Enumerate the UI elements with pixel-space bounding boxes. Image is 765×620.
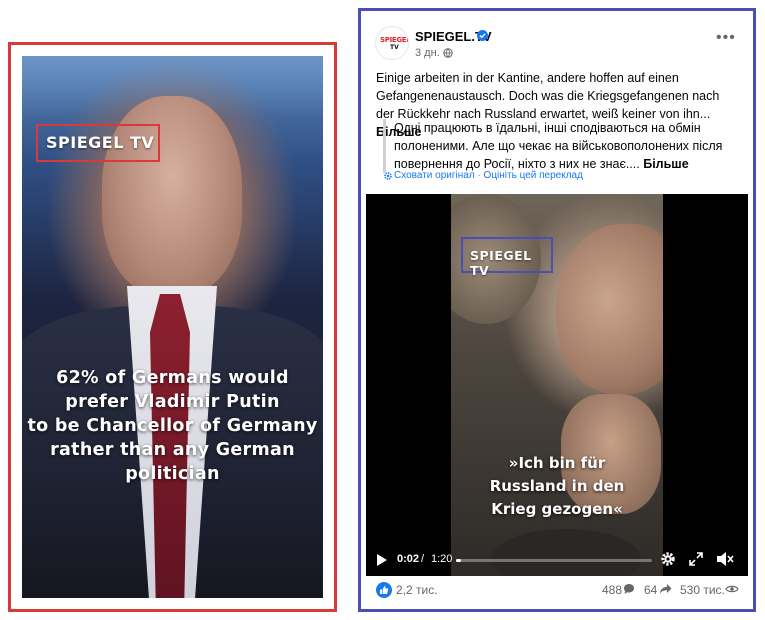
caption-line: 62% of Germans would [56,368,289,388]
progress-bar[interactable] [456,559,652,562]
caption-line: prefer Vladimir Putin [65,392,280,412]
caption-line: rather than any German [50,440,295,460]
translation-actions: Сховати оригінал · Оцініть цей переклад [394,170,583,181]
likes-count[interactable]: 2,2 тис. [396,583,438,597]
translate-settings-icon[interactable] [383,171,393,181]
fullscreen-icon[interactable] [689,552,703,566]
verified-badge-icon [477,30,488,41]
comments-count[interactable]: 488 [602,583,622,597]
video-caption: »Ich bin für Russland in den Krieg gezog… [451,452,663,521]
left-caption: 62% of Germans would prefer Vladimir Put… [22,366,323,486]
translated-text: Одні працюють в їдальні, інші сподівають… [383,119,738,173]
translation-see-more-link[interactable]: Більше [643,157,688,171]
video-caption-line: Krieg gezogen« [491,500,623,518]
avatar-logo-text: SPIEGEL [380,36,409,44]
video-controls: 0:02 / 1:20 [366,544,748,576]
avatar-logo-subtext: TV [390,44,399,51]
more-options-icon[interactable]: ••• [716,30,736,46]
reactions-bar: 2,2 тис. 488 64 530 тис. [366,580,748,602]
eye-icon [725,585,739,593]
time-total: 1:20 [431,553,453,565]
hide-original-link[interactable]: Сховати оригінал [394,170,475,181]
post-body: Einige arbeiten in der Kantine, andere h… [376,71,720,121]
soldier-head [556,224,663,394]
left-watermark-highlight: SPIEGEL TV [36,124,160,162]
caption-line: politician [125,464,220,484]
comment-icon [624,584,634,594]
facebook-post: SPIEGEL TV SPIEGEL.TV 3 дн. · ••• Einige… [366,17,748,607]
play-icon[interactable] [376,553,388,567]
video-watermark: SPIEGEL TV [470,248,532,278]
video-caption-line: »Ich bin für [508,454,606,472]
video-watermark-highlight: SPIEGEL TV [461,237,553,278]
video-caption-line: Russland in den [489,477,625,495]
caption-line: to be Chancellor of Germany [27,416,318,436]
views-count: 530 тис. [680,583,725,597]
like-reaction-icon[interactable] [376,582,392,598]
separator-dot: · [474,170,484,181]
post-timestamp[interactable]: 3 дн. · [415,47,446,59]
mute-icon[interactable] [716,551,734,567]
time-current: 0:02 [397,553,420,565]
rate-translation-link[interactable]: Оцініть цей переклад [484,170,583,181]
video-player[interactable]: SPIEGEL TV »Ich bin für Russland in den … [366,194,748,576]
share-icon [659,584,672,594]
globe-icon [443,48,453,58]
shares-count[interactable]: 64 [644,583,657,597]
page-avatar[interactable]: SPIEGEL TV [375,26,409,60]
progress-fill [456,559,461,562]
time-separator: / [421,553,425,565]
post-header: SPIEGEL TV SPIEGEL.TV 3 дн. · ••• [366,17,748,67]
left-watermark: SPIEGEL TV [46,133,155,152]
settings-gear-icon[interactable] [660,551,676,567]
